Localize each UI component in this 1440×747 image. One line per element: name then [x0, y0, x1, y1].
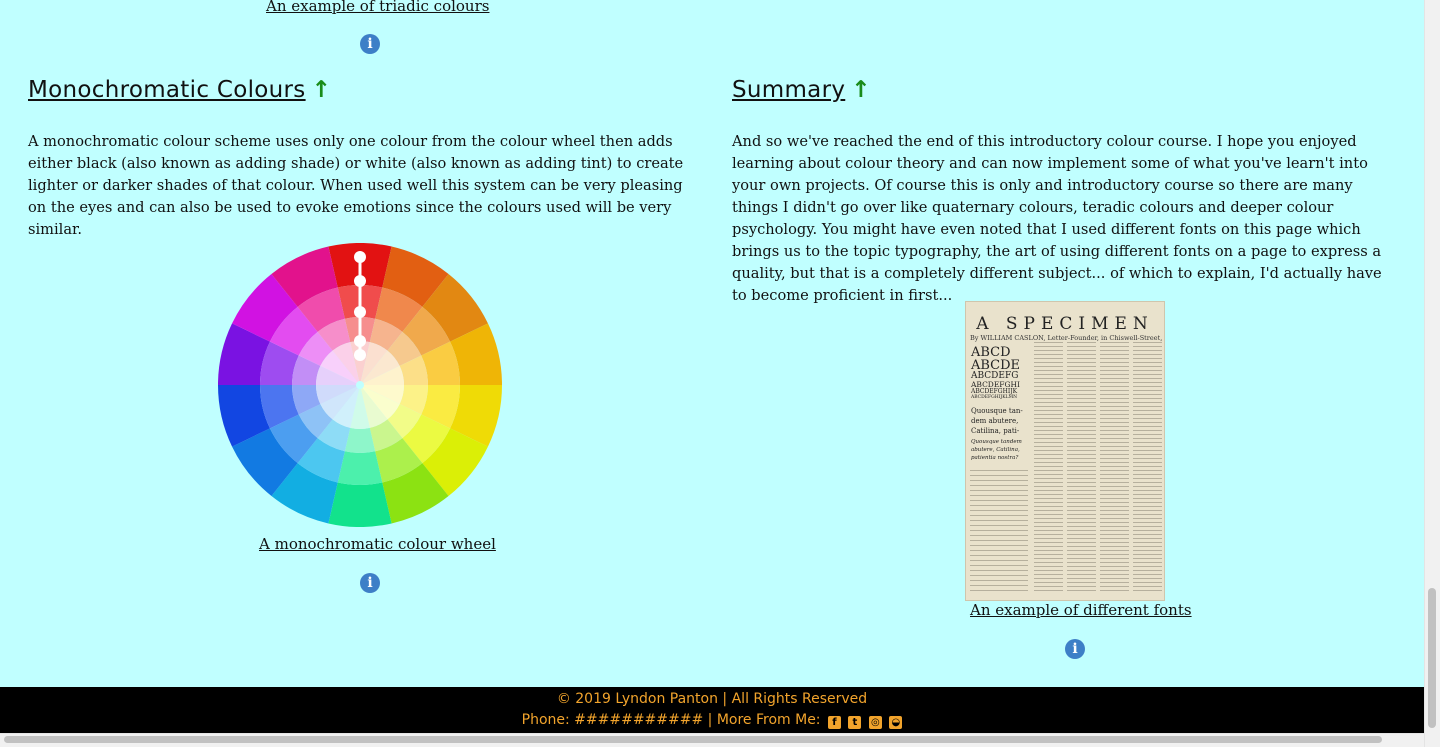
- contact-text: Phone: ########### | More From Me:: [521, 712, 821, 728]
- summary-heading-text[interactable]: Summary: [732, 77, 845, 103]
- specimen-line: Quousque tandem: [971, 439, 1022, 445]
- vertical-scrollbar-thumb[interactable]: [1428, 588, 1436, 728]
- tint-indicator-dot: [354, 349, 366, 361]
- specimen-line: ABCDEFGHIJKLMN: [971, 395, 1018, 400]
- instagram-icon[interactable]: ◎: [868, 716, 882, 729]
- site-footer: © 2019 Lyndon Panton | All Rights Reserv…: [0, 687, 1424, 733]
- tint-indicator-dot: [354, 275, 366, 287]
- monochromatic-colour-wheel-image: [218, 243, 502, 527]
- specimen-line: Catilina, pati-: [971, 427, 1020, 435]
- facebook-icon[interactable]: f: [827, 716, 841, 729]
- specimen-line: dem abutere,: [971, 417, 1019, 425]
- tint-indicator-dot: [354, 251, 366, 263]
- info-icon[interactable]: i: [360, 34, 380, 54]
- monochromatic-description: A monochromatic colour scheme uses only …: [28, 133, 684, 238]
- twitter-icon[interactable]: t: [848, 716, 862, 729]
- horizontal-scrollbar-thumb[interactable]: [4, 736, 1382, 743]
- specimen-text-block: [970, 470, 1028, 592]
- specimen-text-column: [1067, 342, 1096, 594]
- fonts-caption-link[interactable]: An example of different fonts: [970, 601, 1192, 619]
- specimen-line: Quousque tan-: [971, 407, 1023, 415]
- wheel-segment: [337, 451, 383, 485]
- specimen-text-column: [1100, 342, 1129, 594]
- specimen-text-column: [1034, 342, 1063, 594]
- info-icon[interactable]: i: [360, 573, 380, 593]
- monochromatic-heading[interactable]: Monochromatic Colours ↑: [28, 77, 331, 103]
- specimen-title: A SPECIMEN: [976, 314, 1154, 334]
- specimen-line: patientia nostra?: [971, 455, 1019, 461]
- wheel-segment: [328, 482, 392, 527]
- monochromatic-heading-text[interactable]: Monochromatic Colours: [28, 77, 306, 103]
- back-to-top-arrow-icon[interactable]: ↑: [851, 77, 871, 103]
- copyright-text: © 2019 Lyndon Panton | All Rights Reserv…: [556, 691, 868, 707]
- specimen-line: abutere, Catilina,: [971, 447, 1020, 453]
- wheel-segment: [344, 427, 376, 453]
- info-icon[interactable]: i: [1065, 639, 1085, 659]
- page-content: An example of triadic colours i Monochro…: [0, 0, 1424, 687]
- monochromatic-caption-link[interactable]: A monochromatic colour wheel: [259, 535, 496, 553]
- summary-description: And so we've reached the end of this int…: [732, 133, 1382, 304]
- footer-contact-line: Phone: ########### | More From Me: f t ◎…: [0, 710, 1424, 730]
- specimen-text-column: [1133, 342, 1162, 594]
- summary-heading[interactable]: Summary ↑: [732, 77, 871, 103]
- caslon-specimen-image: A SPECIMEN By WILLIAM CASLON, Letter-Fou…: [965, 301, 1165, 601]
- tint-indicator-dot: [354, 335, 366, 347]
- github-icon[interactable]: ◒: [889, 716, 903, 729]
- back-to-top-arrow-icon[interactable]: ↑: [312, 77, 332, 103]
- tint-indicator-dot: [354, 306, 366, 318]
- triadic-caption-link[interactable]: An example of triadic colours: [266, 0, 489, 15]
- specimen-subtitle: By WILLIAM CASLON, Letter-Founder, in Ch…: [970, 334, 1164, 342]
